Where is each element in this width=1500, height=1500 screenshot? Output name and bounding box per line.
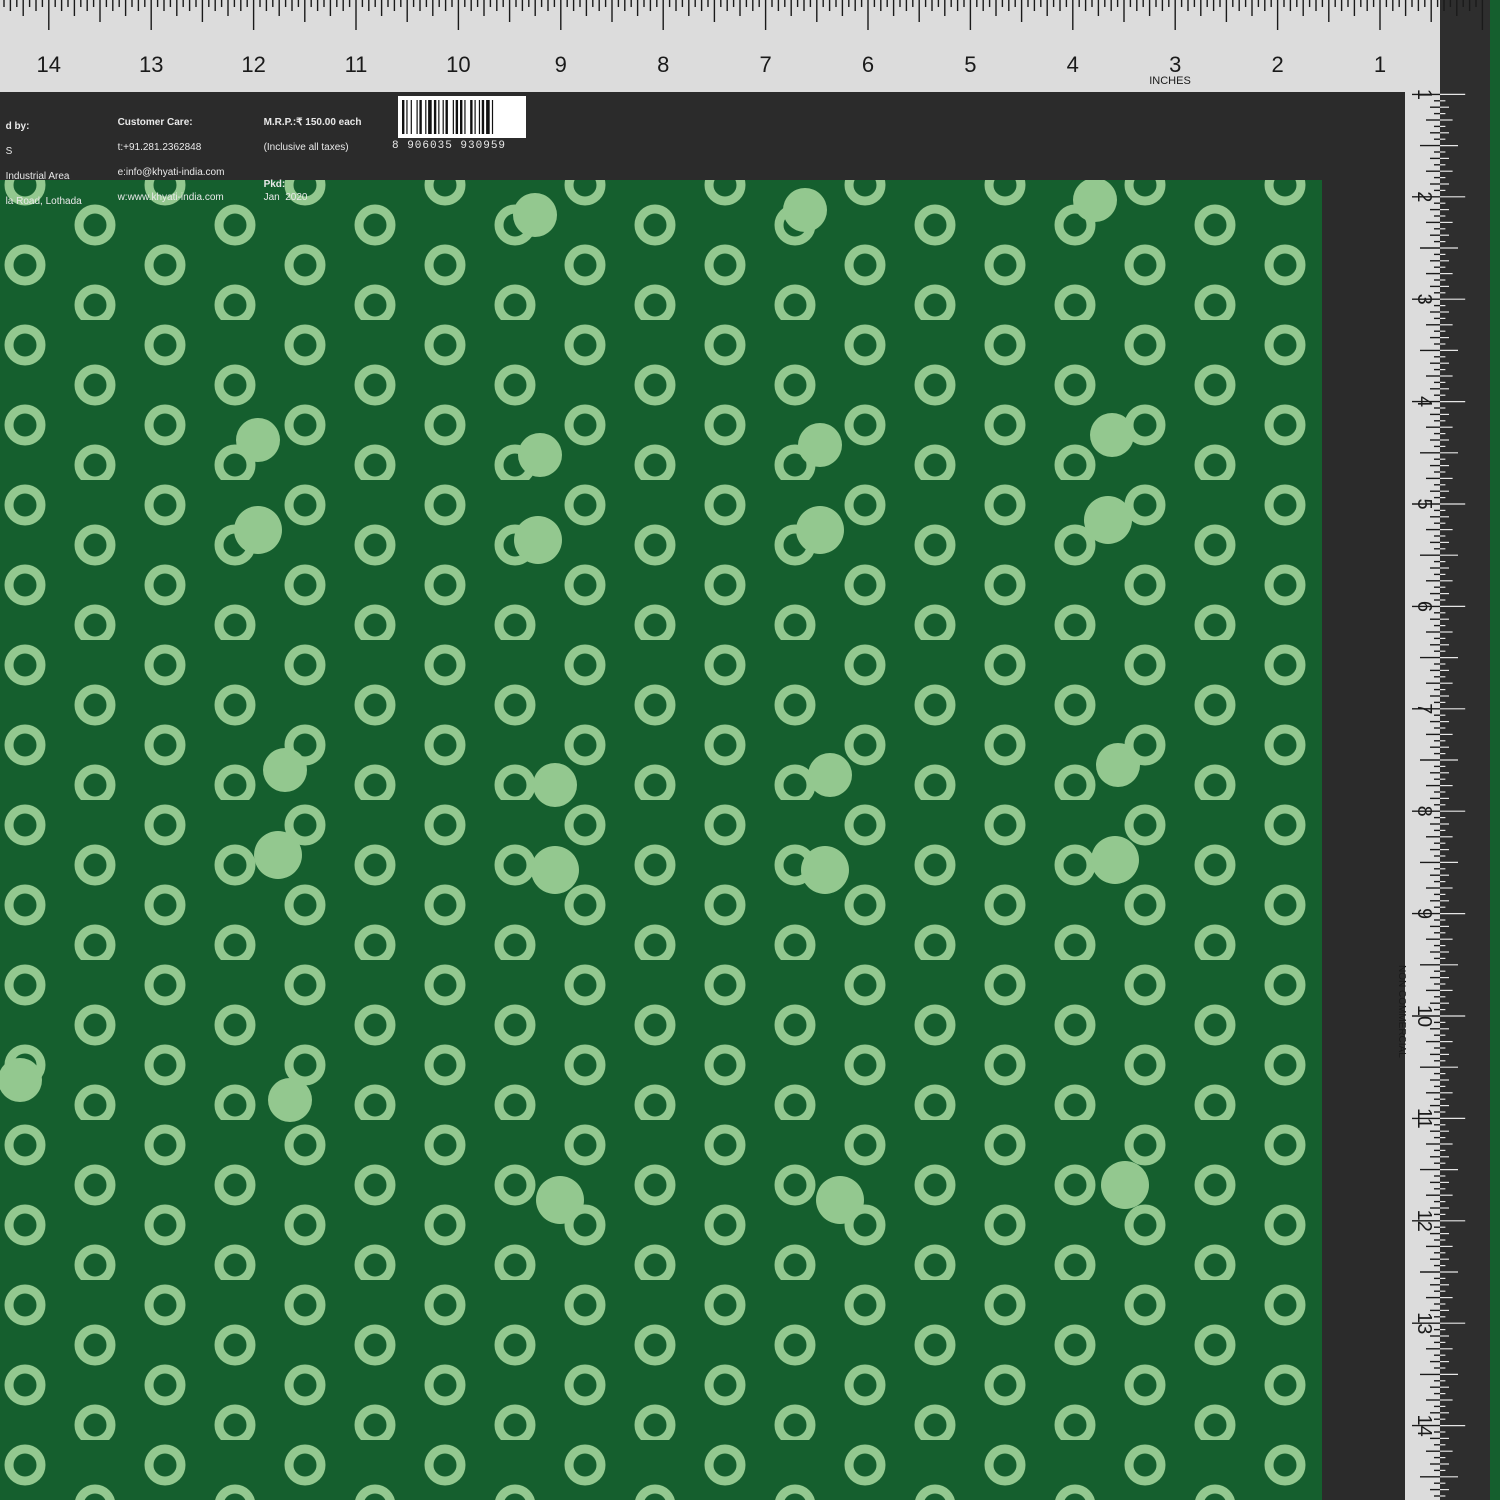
barcode-bar (464, 100, 466, 134)
customer-care-phone: t:+91.281.2362848 (117, 141, 202, 153)
customer-care-block: Customer Care: t:+91.281.2362848 e:info@… (112, 104, 225, 204)
ruler-number: 5 (964, 52, 976, 77)
ruler-side-note: NON COMMERCIAL (1396, 965, 1407, 1058)
ruler-number: 9 (555, 52, 567, 77)
barcode-bar (491, 100, 494, 134)
ruler-number: 10 (1413, 1005, 1435, 1027)
barcode-bar (445, 100, 448, 134)
barcode-bar (406, 100, 408, 134)
ruler-number: 11 (1413, 1108, 1435, 1129)
manufacturer-line3: la Road, Lothada (5, 195, 82, 207)
ruler-number: 5 (1413, 498, 1435, 509)
packed-label: Pkd: (263, 179, 286, 190)
barcode-bar (428, 100, 432, 134)
barcode-bar (433, 100, 437, 134)
barcode-bar (425, 100, 427, 134)
ruler-number: 8 (1413, 806, 1435, 817)
ruler-number: 14 (37, 52, 61, 77)
ruler-number: 7 (759, 52, 771, 77)
manufacturer-heading: d by: (5, 120, 30, 132)
barcode-bar (442, 100, 444, 134)
ruler-number: 2 (1413, 191, 1435, 202)
manufacturer-line2: Industrial Area (5, 170, 70, 182)
ruler-number: 1 (1374, 52, 1386, 77)
barcode-bar (416, 100, 418, 134)
ruler-number: 6 (1413, 601, 1435, 612)
fabric-photo: 14 13 12 11 10 9 8 7 6 5 4 3 2 1 1234567891011121314 … (0, 0, 1500, 1500)
manufacturer-line1: S (5, 145, 13, 157)
ruler-number: 3 (1169, 52, 1181, 77)
ruler-unit-label: INCHES (1149, 75, 1191, 87)
barcode-bar (419, 100, 422, 134)
price-block: M.R.P.:₹ 150.00 each (Inclusive all taxe… (258, 104, 362, 204)
ruler-number: 11 (345, 52, 368, 77)
barcode (398, 96, 526, 138)
fabric-print (0, 0, 1500, 1500)
ruler-number: 12 (1413, 1210, 1435, 1232)
barcode-bar (486, 100, 490, 134)
barcode-bar (438, 100, 440, 134)
ruler-number: 10 (446, 52, 470, 77)
ruler-number: 2 (1271, 52, 1283, 77)
barcode-bar (402, 100, 405, 134)
barcode-number: 8 906035 930959 (392, 140, 507, 152)
ruler-number: 3 (1413, 294, 1435, 305)
barcode-bar (455, 100, 459, 134)
price-note: (Inclusive all taxes) (263, 141, 349, 153)
price-heading: M.R.P.:₹ 150.00 each (263, 116, 362, 128)
ruler-number: 6 (862, 52, 874, 77)
barcode-bar (470, 100, 473, 134)
barcode-bar (481, 100, 485, 134)
ruler-number: 14 (1413, 1414, 1435, 1436)
packed-date: Jan 2020 (263, 191, 308, 203)
ruler-number: 7 (1413, 703, 1435, 714)
customer-care-email: e:info@khyati-india.com (117, 166, 225, 178)
ruler-number: 8 (657, 52, 669, 77)
ruler-number: 9 (1413, 908, 1435, 919)
barcode-bar (460, 100, 463, 134)
barcode-bar (474, 100, 476, 134)
ruler-number: 13 (139, 52, 163, 77)
manufacturer-block: d by: S Industrial Area la Road, Lothada (0, 108, 82, 208)
ruler-number: 12 (241, 52, 265, 77)
ruler-number: 4 (1067, 52, 1079, 77)
ruler-number: 13 (1413, 1312, 1435, 1334)
barcode-bar (478, 100, 481, 134)
barcode-bar (410, 100, 412, 134)
customer-care-heading: Customer Care: (117, 116, 193, 128)
barcode-bar (452, 100, 454, 134)
ruler-number: 4 (1413, 396, 1435, 407)
ruler-number: 1 (1413, 89, 1435, 100)
customer-care-web: w:www.khyati-india.com (117, 191, 224, 203)
